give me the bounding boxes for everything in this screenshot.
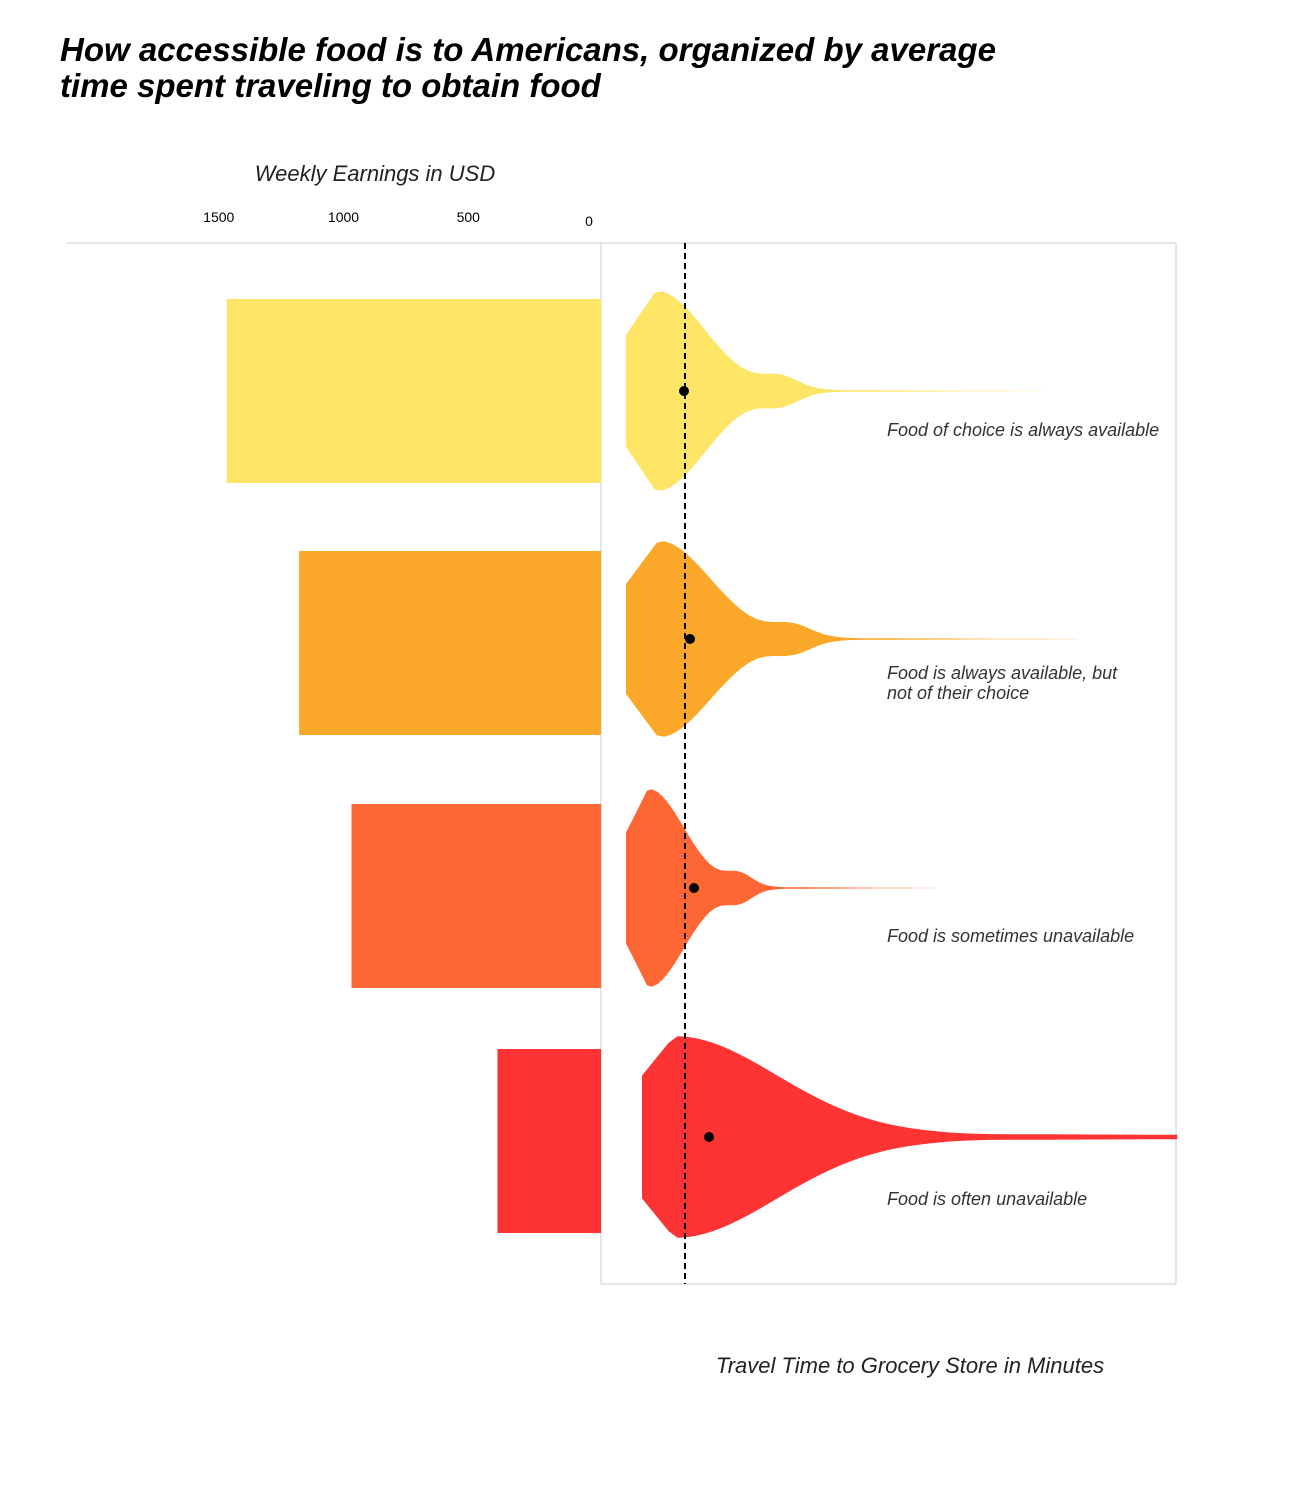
category-label: Food of choice is always available — [887, 420, 1159, 440]
mean-marker — [685, 634, 695, 644]
earnings-axis-title: Weekly Earnings in USD — [255, 161, 496, 186]
earnings-bar — [351, 804, 601, 988]
earnings-tick-label: 1000 — [328, 209, 359, 225]
category-label: not of their choice — [887, 683, 1029, 703]
travel-axis-title: Travel Time to Grocery Store in Minutes — [716, 1353, 1104, 1378]
mean-marker — [679, 386, 689, 396]
category-label: Food is often unavailable — [887, 1189, 1087, 1209]
category-labels: Food of choice is always available Food i… — [887, 420, 1159, 1209]
earnings-tick-label: 500 — [457, 209, 481, 225]
mean-marker — [704, 1132, 714, 1142]
category-label: Food is sometimes unavailable — [887, 926, 1134, 946]
earnings-bar — [226, 299, 601, 483]
category-label: Food is always available, but — [887, 663, 1118, 683]
earnings-bars — [226, 299, 601, 1233]
earnings-axis-ticks: 1500 1000 500 0 — [203, 209, 593, 229]
earnings-tick-label: 0 — [585, 213, 593, 229]
travel-time-violin — [626, 541, 1088, 737]
travel-time-violin — [626, 291, 1057, 491]
mean-marker — [689, 883, 699, 893]
chart-canvas: Weekly Earnings in USD 1500 1000 500 0 Food… — [66, 161, 1178, 1378]
earnings-bar — [497, 1049, 601, 1233]
earnings-tick-label: 1500 — [203, 209, 234, 225]
travel-time-violin — [626, 789, 941, 987]
earnings-bar — [299, 551, 601, 735]
